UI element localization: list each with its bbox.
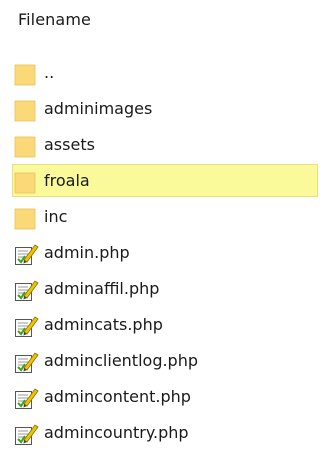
edit-file-icon (14, 349, 40, 375)
file-name-label: froala (44, 171, 90, 190)
file-name-label: admincountry.php (44, 423, 189, 442)
file-name-label: admincontent.php (44, 387, 191, 406)
edit-file-icon (14, 313, 40, 339)
edit-file-icon (14, 241, 40, 267)
file-name-label: .. (44, 63, 55, 82)
file-row[interactable]: adminclientlog.php (0, 343, 324, 379)
file-name-label: admincats.php (44, 315, 163, 334)
file-name-label: inc (44, 207, 68, 226)
file-row[interactable]: admincountry.php (0, 415, 324, 451)
folder-icon (14, 61, 40, 87)
folder-icon (14, 97, 40, 123)
edit-file-icon (14, 385, 40, 411)
file-name-label: adminimages (44, 99, 153, 118)
file-name-label: adminclientlog.php (44, 351, 199, 370)
file-name-label: adminaffil.php (44, 279, 160, 298)
file-name-label: admin.php (44, 243, 130, 262)
folder-row[interactable]: inc (0, 199, 324, 235)
folder-row[interactable]: assets (0, 127, 324, 163)
folder-icon (14, 205, 40, 231)
edit-file-icon (14, 277, 40, 303)
file-row[interactable]: adminaffil.php (0, 271, 324, 307)
file-list: .. adminimages assets froala inc admin.p… (0, 55, 324, 451)
file-row[interactable]: admincats.php (0, 307, 324, 343)
folder-icon (14, 169, 40, 195)
folder-icon (14, 133, 40, 159)
folder-row[interactable]: froala (0, 163, 324, 199)
folder-row[interactable]: adminimages (0, 91, 324, 127)
filename-column-header[interactable]: Filename (18, 10, 91, 29)
file-row[interactable]: admin.php (0, 235, 324, 271)
edit-file-icon (14, 421, 40, 447)
folder-row[interactable]: .. (0, 55, 324, 91)
file-name-label: assets (44, 135, 95, 154)
file-browser-pane: Filename .. adminimages assets froala in… (0, 0, 324, 461)
file-row[interactable]: admincontent.php (0, 379, 324, 415)
